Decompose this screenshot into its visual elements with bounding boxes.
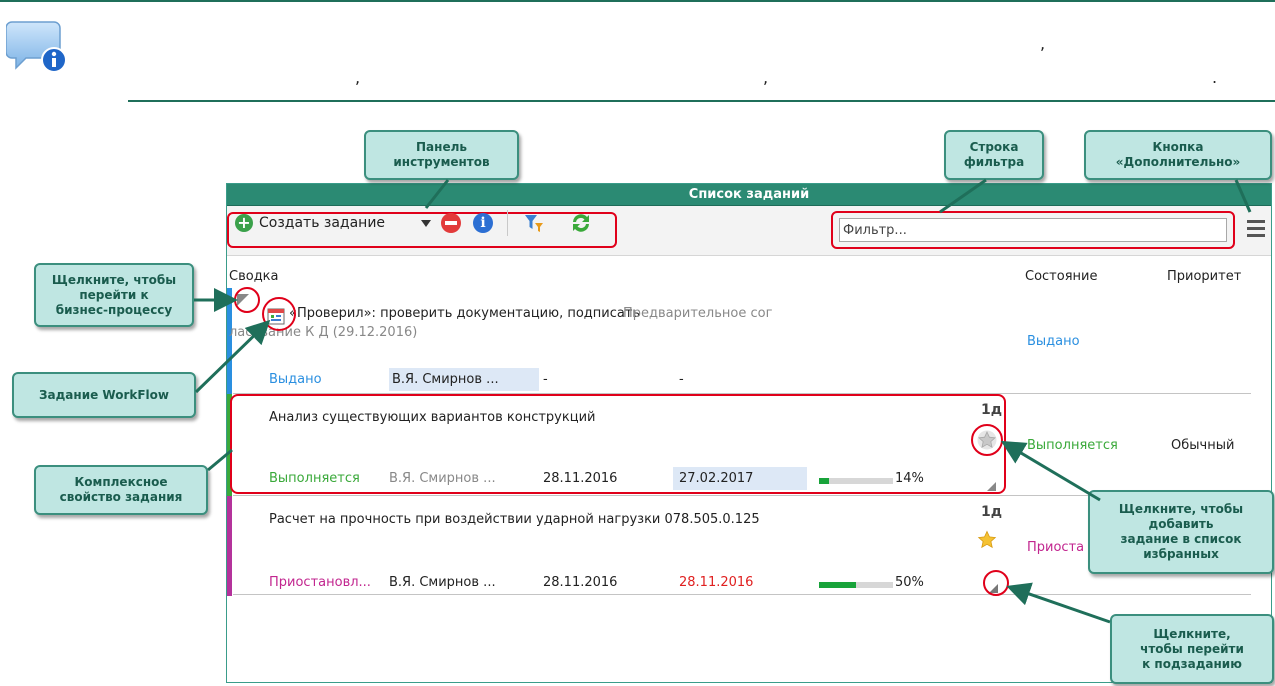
arrow-filter xyxy=(939,178,987,214)
callout-pointer-arrows xyxy=(194,178,1252,624)
arrow-favorites xyxy=(1000,440,1101,502)
arrow-more xyxy=(1234,179,1252,213)
arrow-complex xyxy=(207,448,233,472)
arrow-subtask xyxy=(1006,582,1111,624)
arrow-toolbar xyxy=(424,179,450,209)
arrow-workflow xyxy=(194,319,271,394)
